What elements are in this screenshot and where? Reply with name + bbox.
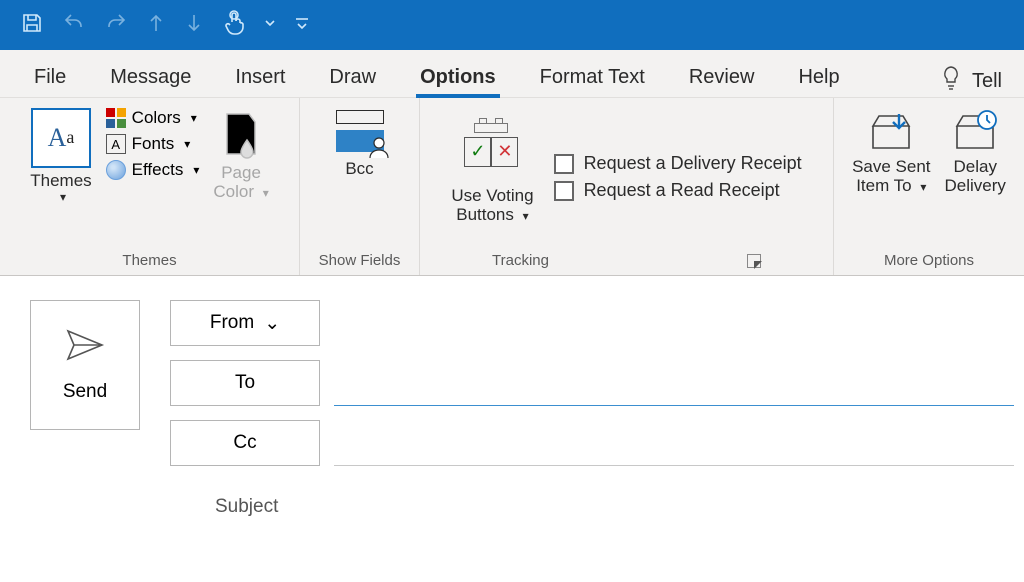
colors-button[interactable]: Colors▾ — [106, 108, 200, 128]
themes-button[interactable]: Aa Themes▾ — [30, 108, 91, 204]
chevron-down-icon: ▾ — [191, 111, 197, 125]
chevron-down-icon: ⌄ — [264, 312, 280, 335]
chevron-down-icon[interactable] — [264, 11, 276, 40]
dialog-launcher-icon[interactable] — [747, 254, 761, 268]
group-show-fields: Bcc Show Fields — [300, 98, 420, 275]
touch-mode-icon[interactable]: Touch/Mouse Mode — [222, 10, 246, 41]
chevron-down-icon: ▾ — [523, 209, 529, 223]
tell-me-label: Tell — [972, 70, 1002, 93]
save-icon[interactable]: Save — [20, 11, 44, 40]
quick-access-toolbar: Save Undo Redo Previous Item Next Item T… — [0, 0, 1024, 50]
bcc-icon — [332, 108, 388, 156]
group-label-themes: Themes — [122, 246, 176, 269]
cc-input[interactable] — [334, 420, 1014, 466]
themes-icon: Aa — [31, 108, 91, 168]
group-label-tracking: Tracking — [492, 246, 761, 269]
ribbon: Aa Themes▾ Colors▾ A Fonts▾ Effects▾ — [0, 98, 1024, 276]
customize-qat-icon[interactable]: Customize Quick Access Toolbar — [294, 11, 310, 40]
redo-icon[interactable]: Redo — [104, 11, 128, 40]
arrow-up-icon[interactable]: Previous Item — [146, 11, 166, 40]
tab-file[interactable]: File — [12, 56, 88, 97]
tell-me[interactable]: Tell — [940, 65, 1012, 97]
ribbon-tabs: File Message Insert Draw Options Format … — [0, 50, 1024, 98]
chevron-down-icon: ▾ — [60, 191, 66, 204]
tab-message[interactable]: Message — [88, 56, 213, 97]
chevron-down-icon: ▾ — [184, 137, 190, 151]
colors-icon — [106, 108, 126, 128]
chevron-down-icon: ▾ — [263, 186, 269, 200]
voting-buttons[interactable]: ✓✕ Use VotingButtons ▾ Use Voting Button… — [451, 129, 533, 224]
page-color-icon — [219, 108, 263, 160]
group-more-options: Save SentItem To ▾ Save Sent Item To Del… — [834, 98, 1024, 275]
read-receipt-checkbox[interactable]: Request a Read Receipt — [554, 180, 802, 201]
effects-icon — [106, 160, 126, 180]
checkbox-icon — [554, 181, 574, 201]
tab-draw[interactable]: Draw — [307, 56, 398, 97]
save-sent-item-button[interactable]: Save SentItem To ▾ Save Sent Item To — [852, 108, 930, 195]
delay-delivery-icon — [951, 108, 999, 154]
tab-review[interactable]: Review — [667, 56, 777, 97]
to-button[interactable]: To — [170, 360, 320, 406]
arrow-down-icon[interactable]: Next Item — [184, 11, 204, 40]
to-input[interactable] — [334, 360, 1014, 406]
compose-area: Send From⌄ To Cc Subject — [0, 276, 1024, 518]
tab-format-text[interactable]: Format Text — [518, 56, 667, 97]
group-label-more-options: More Options — [884, 246, 974, 269]
subject-label: Subject — [30, 496, 1024, 518]
lightbulb-icon — [940, 65, 962, 97]
from-button[interactable]: From⌄ — [170, 300, 320, 346]
delay-delivery-button[interactable]: DelayDelivery Delay Delivery — [945, 108, 1006, 195]
group-label-show-fields: Show Fields — [319, 246, 401, 269]
group-themes: Aa Themes▾ Colors▾ A Fonts▾ Effects▾ — [0, 98, 300, 275]
voting-icon — [474, 123, 508, 133]
chevron-down-icon: ▾ — [193, 163, 199, 177]
delivery-receipt-checkbox[interactable]: Request a Delivery Receipt — [554, 153, 802, 174]
chevron-down-icon: ▾ — [920, 180, 926, 194]
save-sent-icon — [867, 108, 915, 154]
tab-help[interactable]: Help — [776, 56, 861, 97]
tab-insert[interactable]: Insert — [213, 56, 307, 97]
checkbox-icon — [554, 154, 574, 174]
fonts-icon: A — [106, 134, 126, 154]
effects-button[interactable]: Effects▾ — [106, 160, 200, 180]
page-color-button[interactable]: PageColor ▾ Page Color — [213, 108, 268, 201]
group-tracking: ✓✕ Use VotingButtons ▾ Use Voting Button… — [420, 98, 834, 275]
cc-button[interactable]: Cc — [170, 420, 320, 466]
send-icon — [65, 327, 105, 363]
send-button[interactable]: Send — [30, 300, 140, 430]
fonts-button[interactable]: A Fonts▾ — [106, 134, 200, 154]
bcc-button[interactable]: Bcc — [332, 108, 388, 179]
tab-options[interactable]: Options — [398, 56, 518, 97]
undo-icon[interactable]: Undo — [62, 11, 86, 40]
